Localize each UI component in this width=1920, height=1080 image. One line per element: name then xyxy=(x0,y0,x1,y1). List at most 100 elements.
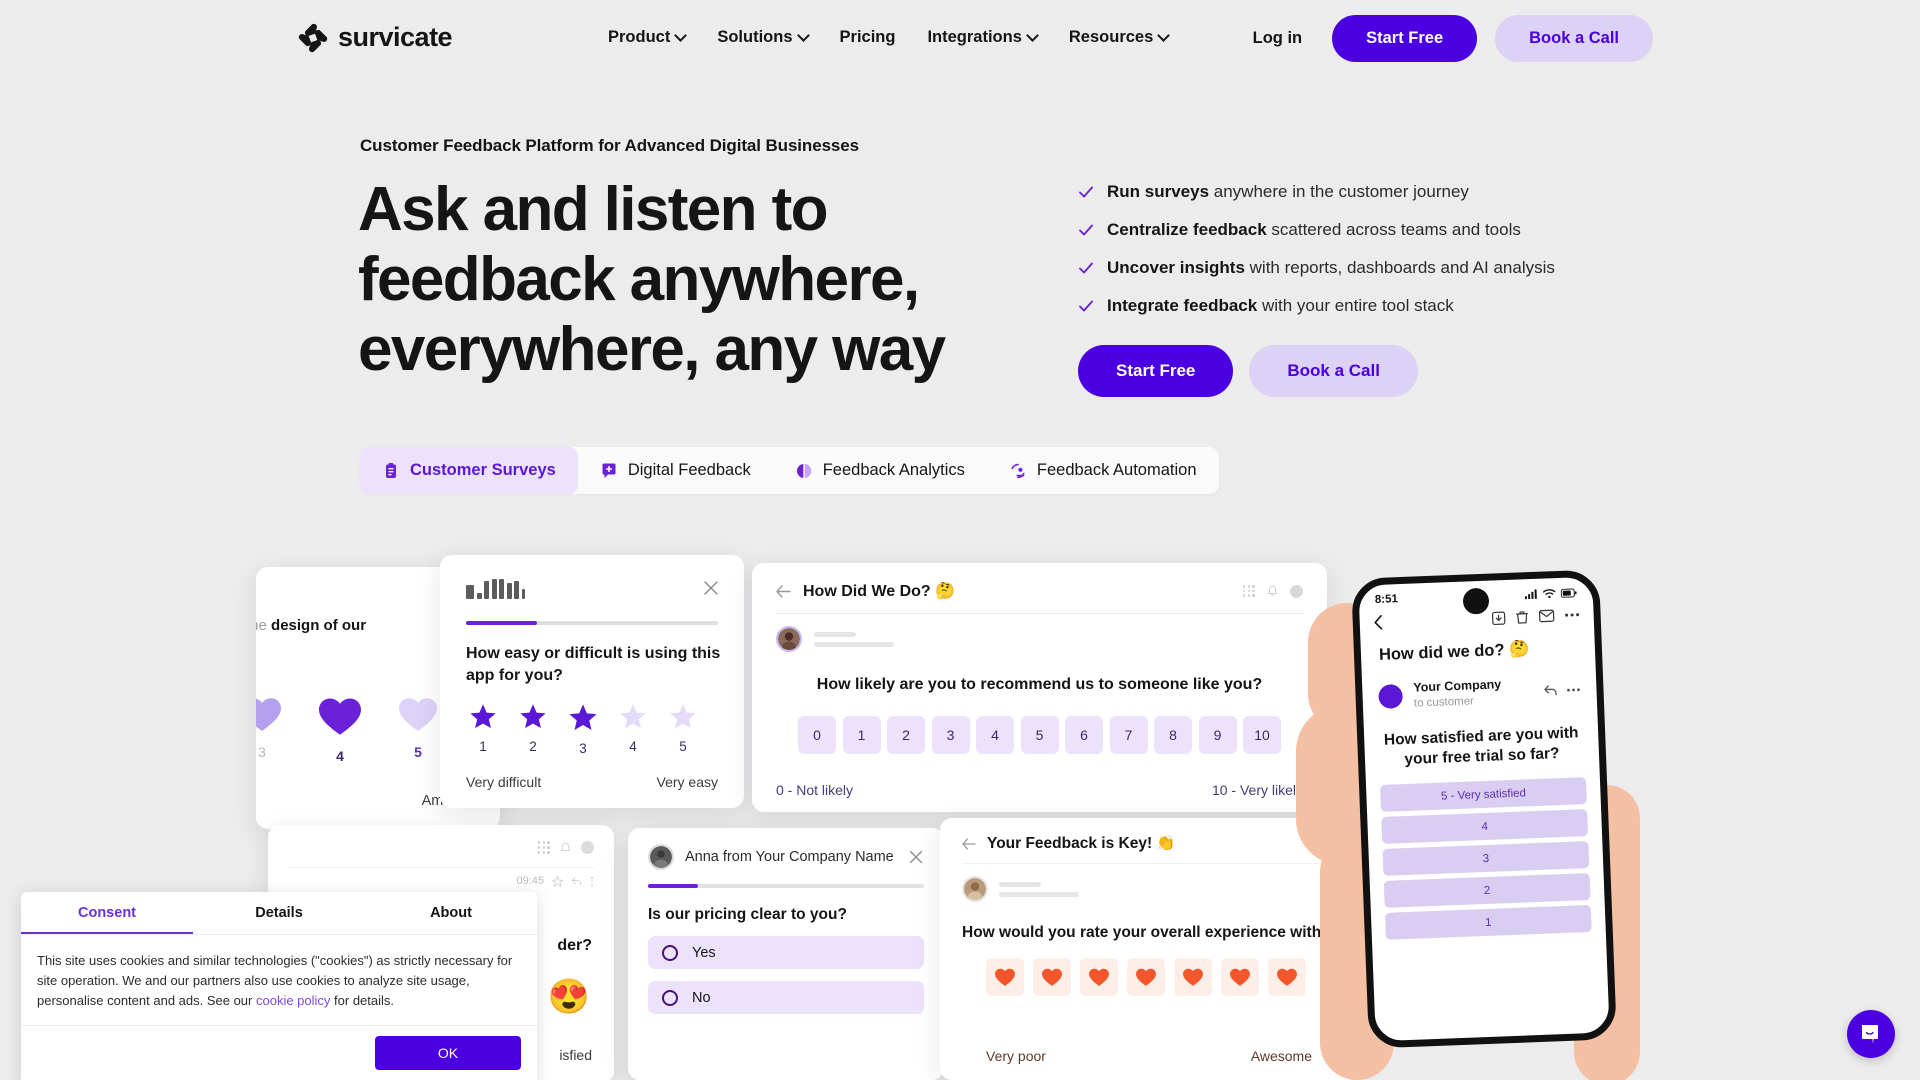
nav-book-a-call-button[interactable]: Book a Call xyxy=(1495,15,1653,62)
archive-icon[interactable] xyxy=(1491,611,1506,626)
star-outline-icon[interactable] xyxy=(552,875,563,887)
checklist-item: Centralize feedback scattered across tea… xyxy=(1078,220,1555,240)
pricing-option-no-label: No xyxy=(692,989,711,1006)
star-option-2[interactable]: 2 xyxy=(518,703,548,756)
cookie-consent-banner: Consent Details About This site uses coo… xyxy=(21,892,537,1080)
nps-option-3[interactable]: 3 xyxy=(931,716,970,754)
reply-icon[interactable] xyxy=(1543,684,1557,697)
cookie-tab-about[interactable]: About xyxy=(365,892,537,934)
star-option-4[interactable]: 4 xyxy=(618,703,648,756)
heart-option[interactable] xyxy=(986,958,1024,996)
close-icon[interactable] xyxy=(908,849,924,865)
nps-option-10[interactable]: 10 xyxy=(1243,716,1281,754)
star-option-3[interactable]: 3 xyxy=(568,703,598,756)
more-vertical-icon[interactable] xyxy=(590,876,594,887)
cookie-body-text: This site uses cookies and similar techn… xyxy=(21,935,537,1025)
checklist-item-rest: anywhere in the customer journey xyxy=(1209,182,1469,201)
phone-option-4[interactable]: 4 xyxy=(1381,809,1589,845)
nps-option-0[interactable]: 0 xyxy=(798,716,836,754)
bell-icon[interactable] xyxy=(1267,585,1278,597)
heart-option-5[interactable]: 5 xyxy=(390,695,446,764)
back-arrow-icon[interactable] xyxy=(962,837,976,850)
avatar xyxy=(962,876,988,902)
nps-header-icons xyxy=(1242,584,1303,598)
nps-option-9[interactable]: 9 xyxy=(1198,716,1237,754)
tab-feedback-automation[interactable]: Feedback Automation xyxy=(987,447,1219,494)
avatar[interactable] xyxy=(1290,584,1303,598)
tab-customer-surveys[interactable]: Customer Surveys xyxy=(360,447,578,494)
bell-icon[interactable] xyxy=(560,841,571,854)
chevron-down-icon xyxy=(796,29,810,42)
tab-digital-feedback[interactable]: Digital Feedback xyxy=(578,447,773,494)
heart-option[interactable] xyxy=(1080,958,1118,996)
nav-item-resources[interactable]: Resources xyxy=(1069,28,1171,47)
heart-option[interactable] xyxy=(1033,958,1071,996)
app-grid-icon[interactable] xyxy=(537,841,550,854)
automation-icon xyxy=(1011,463,1025,478)
heart-option-3[interactable]: 3 xyxy=(256,695,290,764)
nps-option-5[interactable]: 5 xyxy=(1020,716,1059,754)
nps-option-7[interactable]: 7 xyxy=(1109,716,1148,754)
hero-checklist: Run surveys anywhere in the customer jou… xyxy=(1078,182,1555,316)
hero-book-a-call-button[interactable]: Book a Call xyxy=(1249,345,1418,397)
check-icon xyxy=(1079,186,1093,198)
mail-icon[interactable] xyxy=(1538,609,1555,623)
phone-option-2[interactable]: 2 xyxy=(1383,873,1591,909)
heart-option[interactable] xyxy=(1221,958,1259,996)
app-grid-icon[interactable] xyxy=(1242,584,1255,598)
survey-progress-bar xyxy=(466,621,718,625)
nav-start-free-button[interactable]: Start Free xyxy=(1332,15,1478,62)
nav-item-pricing[interactable]: Pricing xyxy=(840,28,896,47)
phone-sender-company: Your Company xyxy=(1413,677,1502,695)
cookie-policy-link[interactable]: cookie policy xyxy=(256,993,330,1008)
star-icon xyxy=(520,704,546,729)
heart-icon xyxy=(1089,968,1109,986)
phone-option-1[interactable]: 1 xyxy=(1384,905,1592,941)
pricing-option-yes[interactable]: Yes xyxy=(648,936,924,969)
nav-item-solutions[interactable]: Solutions xyxy=(717,28,810,47)
cookie-tab-details[interactable]: Details xyxy=(193,892,365,934)
timestamp: 09:45 xyxy=(516,875,544,887)
avatar[interactable] xyxy=(581,841,594,854)
star-option-5[interactable]: 5 xyxy=(668,703,698,756)
heart-option[interactable] xyxy=(1127,958,1165,996)
nps-option-1[interactable]: 1 xyxy=(842,716,881,754)
cookie-tab-consent[interactable]: Consent xyxy=(21,892,193,934)
heart-eyes-emoji-icon[interactable]: 😍 xyxy=(548,977,590,1017)
nav-item-integrations[interactable]: Integrations xyxy=(927,28,1039,47)
cookie-text-part2: for details. xyxy=(330,993,395,1008)
heart-icon xyxy=(1183,968,1203,986)
survey-card-overall-experience: Your Feedback is Key! 👏 How would you ra… xyxy=(940,818,1360,1080)
chat-widget-button[interactable] xyxy=(1847,1010,1895,1058)
more-horizontal-icon[interactable] xyxy=(1565,612,1580,618)
cookie-ok-button[interactable]: OK xyxy=(375,1036,521,1070)
nps-option-2[interactable]: 2 xyxy=(887,716,925,754)
tab-feedback-analytics-label: Feedback Analytics xyxy=(822,461,965,479)
tab-feedback-analytics[interactable]: Feedback Analytics xyxy=(773,447,987,494)
phone-option-3[interactable]: 3 xyxy=(1382,841,1590,877)
heart-option-4[interactable]: 4 xyxy=(312,695,368,764)
nps-scale: 0 1 2 3 4 5 6 7 8 9 10 xyxy=(752,716,1327,754)
back-chevron-icon[interactable] xyxy=(1373,615,1383,630)
trash-icon[interactable] xyxy=(1515,610,1529,624)
login-link[interactable]: Log in xyxy=(1253,29,1302,48)
hidden-card-header-icons xyxy=(537,841,594,854)
nps-option-4[interactable]: 4 xyxy=(976,716,1014,754)
pricing-option-no[interactable]: No xyxy=(648,981,924,1014)
more-horizontal-icon[interactable] xyxy=(1566,687,1580,693)
star-option-1[interactable]: 1 xyxy=(468,703,498,756)
close-icon[interactable] xyxy=(702,579,720,597)
heart-icon xyxy=(1042,968,1062,986)
phone-option-5[interactable]: 5 - Very satisfied xyxy=(1380,777,1587,813)
wifi-icon xyxy=(1543,589,1556,599)
nav-item-solutions-label: Solutions xyxy=(717,28,793,46)
hero-start-free-button[interactable]: Start Free xyxy=(1078,345,1234,397)
back-arrow-icon[interactable] xyxy=(776,584,791,598)
logo[interactable]: survicate xyxy=(298,22,453,53)
nps-option-8[interactable]: 8 xyxy=(1154,716,1192,754)
nav-item-product[interactable]: Product xyxy=(608,28,688,47)
heart-option[interactable] xyxy=(1268,958,1306,996)
reply-icon[interactable] xyxy=(571,876,582,887)
heart-option[interactable] xyxy=(1174,958,1212,996)
nps-option-6[interactable]: 6 xyxy=(1065,716,1103,754)
